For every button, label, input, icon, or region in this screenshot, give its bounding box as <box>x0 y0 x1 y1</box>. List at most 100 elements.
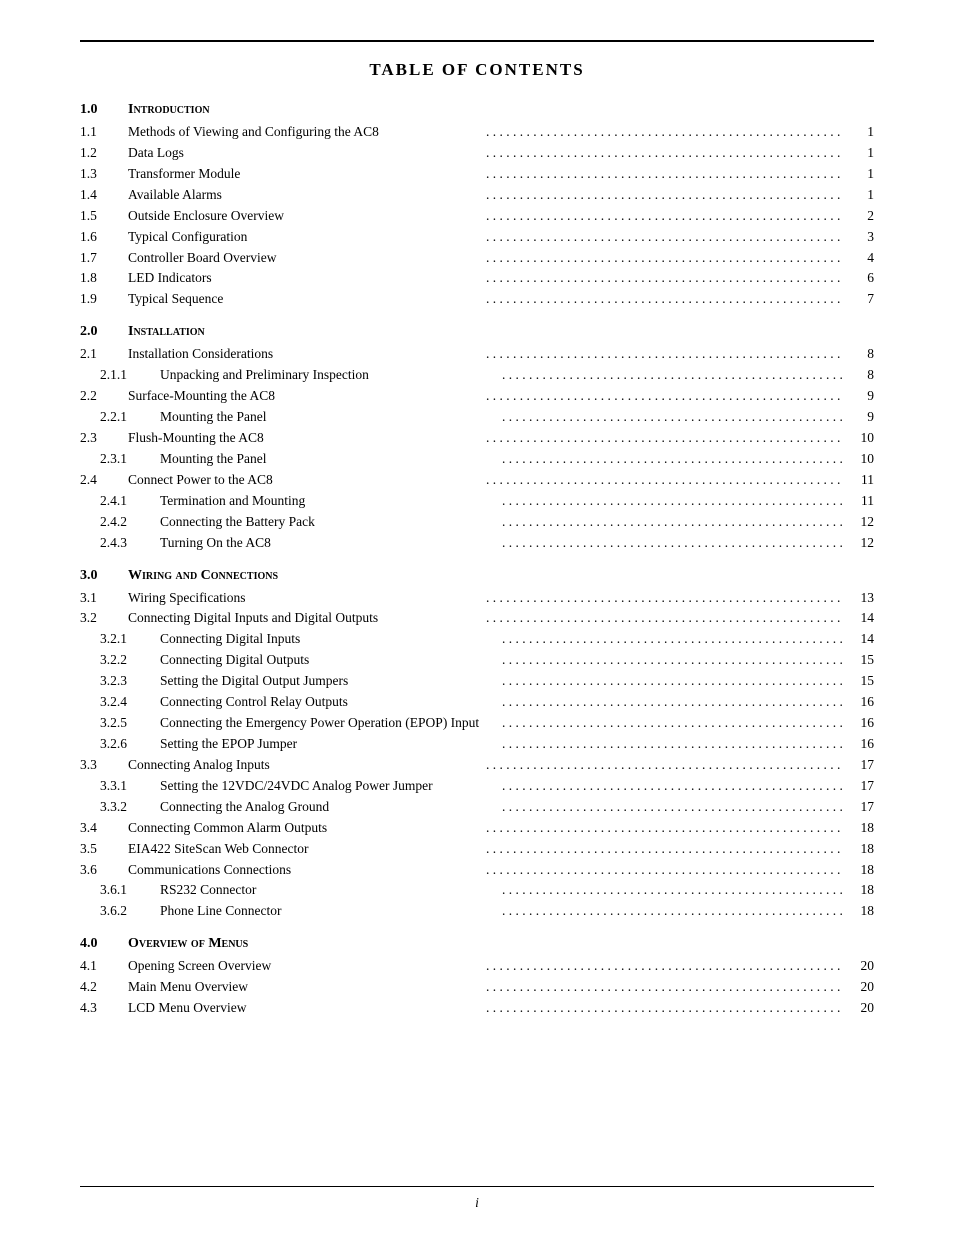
toc-entry: 2.3.1Mounting the Panel . . . . . . . . … <box>80 449 874 470</box>
entry-dots: . . . . . . . . . . . . . . . . . . . . … <box>486 122 844 143</box>
toc-entry: 3.2.5Connecting the Emergency Power Oper… <box>80 713 874 734</box>
entry-number: 2.3.1 <box>80 449 160 470</box>
entry-dots: . . . . . . . . . . . . . . . . . . . . … <box>502 629 844 650</box>
entry-number: 2.1.1 <box>80 365 160 386</box>
entry-number: 3.3.2 <box>80 797 160 818</box>
section-number: 2.0 <box>80 324 128 340</box>
entry-number: 3.2.3 <box>80 671 160 692</box>
section-header: 3.0Wiring and Connections <box>80 568 874 584</box>
entry-text: Setting the 12VDC/24VDC Analog Power Jum… <box>160 776 502 797</box>
entry-dots: . . . . . . . . . . . . . . . . . . . . … <box>486 956 844 977</box>
section-title: Introduction <box>128 102 210 118</box>
entry-dots: . . . . . . . . . . . . . . . . . . . . … <box>486 470 844 491</box>
entry-text: Typical Sequence <box>128 289 486 310</box>
entry-number: 3.6.2 <box>80 901 160 922</box>
toc-entry: 4.3LCD Menu Overview . . . . . . . . . .… <box>80 998 874 1019</box>
page-title: TABLE OF CONTENTS <box>80 60 874 80</box>
entry-page: 1 <box>844 122 874 143</box>
entry-text: Phone Line Connector <box>160 901 502 922</box>
entry-text: Setting the Digital Output Jumpers <box>160 671 502 692</box>
entry-page: 10 <box>844 428 874 449</box>
section-header: 1.0Introduction <box>80 102 874 118</box>
entry-number: 2.4.3 <box>80 533 160 554</box>
entry-dots: . . . . . . . . . . . . . . . . . . . . … <box>486 755 844 776</box>
entry-dots: . . . . . . . . . . . . . . . . . . . . … <box>502 880 844 901</box>
entry-text: Connecting the Analog Ground <box>160 797 502 818</box>
entry-page: 12 <box>844 533 874 554</box>
toc-entry: 3.2.4Connecting Control Relay Outputs . … <box>80 692 874 713</box>
entry-text: Connect Power to the AC8 <box>128 470 486 491</box>
entry-number: 3.2.4 <box>80 692 160 713</box>
entry-number: 1.2 <box>80 143 128 164</box>
entry-dots: . . . . . . . . . . . . . . . . . . . . … <box>502 776 844 797</box>
entry-text: LED Indicators <box>128 268 486 289</box>
entry-dots: . . . . . . . . . . . . . . . . . . . . … <box>502 491 844 512</box>
toc-entry: 1.2Data Logs . . . . . . . . . . . . . .… <box>80 143 874 164</box>
toc-section: 2.0Installation2.1Installation Considera… <box>80 324 874 553</box>
entry-page: 9 <box>844 386 874 407</box>
entry-dots: . . . . . . . . . . . . . . . . . . . . … <box>486 206 844 227</box>
toc-entry: 2.1.1Unpacking and Preliminary Inspectio… <box>80 365 874 386</box>
toc-entry: 4.1Opening Screen Overview . . . . . . .… <box>80 956 874 977</box>
section-header: 4.0Overview of Menus <box>80 936 874 952</box>
section-title: Wiring and Connections <box>128 568 278 584</box>
page-number: i <box>0 1195 954 1211</box>
toc-entry: 3.3.1Setting the 12VDC/24VDC Analog Powe… <box>80 776 874 797</box>
entry-page: 6 <box>844 268 874 289</box>
toc-section: 1.0Introduction 1.1Methods of Viewing and… <box>80 102 874 310</box>
entry-number: 3.2 <box>80 608 128 629</box>
entry-text: Typical Configuration <box>128 227 486 248</box>
entry-text: Mounting the Panel <box>160 407 502 428</box>
toc-entry: 3.6.2Phone Line Connector . . . . . . . … <box>80 901 874 922</box>
entry-text: Main Menu Overview <box>128 977 486 998</box>
entry-dots: . . . . . . . . . . . . . . . . . . . . … <box>502 533 844 554</box>
entry-text: Connecting Analog Inputs <box>128 755 486 776</box>
toc-entry: 3.5EIA422 SiteScan Web Connector . . . .… <box>80 839 874 860</box>
toc-entry: 2.2Surface-Mounting the AC8 . . . . . . … <box>80 386 874 407</box>
entry-number: 1.4 <box>80 185 128 206</box>
toc-entry: 1.7Controller Board Overview . . . . . .… <box>80 248 874 269</box>
entry-text: Transformer Module <box>128 164 486 185</box>
entry-text: Mounting the Panel <box>160 449 502 470</box>
toc-entry: 2.4.1Termination and Mounting . . . . . … <box>80 491 874 512</box>
entry-text: Termination and Mounting <box>160 491 502 512</box>
toc-entry: 3.2.6Setting the EPOP Jumper . . . . . .… <box>80 734 874 755</box>
entry-number: 2.4.2 <box>80 512 160 533</box>
entry-number: 2.4.1 <box>80 491 160 512</box>
entry-text: LCD Menu Overview <box>128 998 486 1019</box>
entry-text: Wiring Specifications <box>128 588 486 609</box>
toc-entry: 1.1Methods of Viewing and Configuring th… <box>80 122 874 143</box>
toc-entry: 3.1Wiring Specifications . . . . . . . .… <box>80 588 874 609</box>
entry-page: 4 <box>844 248 874 269</box>
entry-text: Turning On the AC8 <box>160 533 502 554</box>
toc-entry: 2.4.2Connecting the Battery Pack . . . .… <box>80 512 874 533</box>
entry-dots: . . . . . . . . . . . . . . . . . . . . … <box>486 289 844 310</box>
entry-dots: . . . . . . . . . . . . . . . . . . . . … <box>486 818 844 839</box>
entry-page: 7 <box>844 289 874 310</box>
entry-number: 1.5 <box>80 206 128 227</box>
entry-page: 8 <box>844 365 874 386</box>
entry-page: 20 <box>844 956 874 977</box>
entry-dots: . . . . . . . . . . . . . . . . . . . . … <box>502 797 844 818</box>
page: TABLE OF CONTENTS 1.0Introduction 1.1Meth… <box>0 0 954 1235</box>
entry-page: 18 <box>844 860 874 881</box>
entry-dots: . . . . . . . . . . . . . . . . . . . . … <box>486 839 844 860</box>
entry-text: Connecting Digital Inputs <box>160 629 502 650</box>
entry-text: Outside Enclosure Overview <box>128 206 486 227</box>
entry-dots: . . . . . . . . . . . . . . . . . . . . … <box>486 268 844 289</box>
toc-entry: 1.9Typical Sequence . . . . . . . . . . … <box>80 289 874 310</box>
section-number: 1.0 <box>80 102 128 118</box>
toc-entry: 4.2Main Menu Overview . . . . . . . . . … <box>80 977 874 998</box>
entry-page: 12 <box>844 512 874 533</box>
toc-entry: 1.5Outside Enclosure Overview . . . . . … <box>80 206 874 227</box>
entry-page: 15 <box>844 671 874 692</box>
entry-number: 1.8 <box>80 268 128 289</box>
entry-text: Connecting the Battery Pack <box>160 512 502 533</box>
toc-entry: 2.1Installation Considerations . . . . .… <box>80 344 874 365</box>
entry-text: Data Logs <box>128 143 486 164</box>
entry-dots: . . . . . . . . . . . . . . . . . . . . … <box>486 998 844 1019</box>
entry-dots: . . . . . . . . . . . . . . . . . . . . … <box>486 860 844 881</box>
entry-number: 4.2 <box>80 977 128 998</box>
entry-dots: . . . . . . . . . . . . . . . . . . . . … <box>486 227 844 248</box>
entry-page: 11 <box>844 491 874 512</box>
